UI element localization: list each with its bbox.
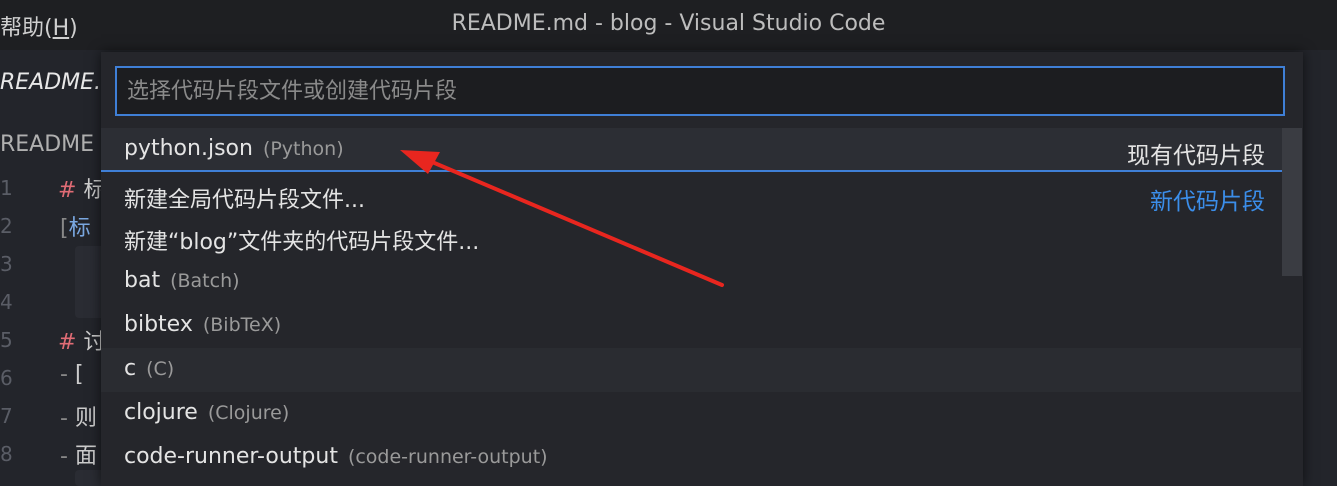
list-marker: - xyxy=(60,362,68,387)
line-number: 4 xyxy=(0,290,13,314)
code-text: 面 xyxy=(74,444,97,469)
window-title: README.md - blog - Visual Studio Code xyxy=(451,11,886,36)
line-number: 8 xyxy=(0,442,13,466)
quick-pick-item-bibtex[interactable]: bibtex (BibTeX) xyxy=(101,304,1301,348)
quick-pick-scrollbar[interactable] xyxy=(1282,128,1302,276)
list-marker: - xyxy=(60,406,68,431)
item-label: clojure xyxy=(124,400,198,425)
item-label-wrap: bibtex (BibTeX) xyxy=(124,312,281,337)
item-label: python.json xyxy=(124,136,253,161)
code-line-1: # 标 xyxy=(58,172,105,204)
line-number: 7 xyxy=(0,404,13,428)
item-label: 新建全局代码片段文件... xyxy=(124,188,365,213)
quick-pick-item-c[interactable]: c (C) xyxy=(101,348,1301,392)
item-description: (BibTeX) xyxy=(202,314,282,336)
title-bar: 帮助(H) README.md - blog - Visual Studio C… xyxy=(0,0,1337,50)
heading-marker: # xyxy=(58,178,77,203)
quick-pick-item-clojure[interactable]: clojure (Clojure) xyxy=(101,392,1301,436)
quick-pick-item-code-runner-output[interactable]: code-runner-output (code-runner-output) xyxy=(101,436,1301,480)
line-number: 1 xyxy=(0,176,13,200)
quick-pick-item-bat[interactable]: bat (Batch) xyxy=(101,260,1301,304)
item-description: (Clojure) xyxy=(207,402,290,424)
code-line-2: [标 xyxy=(60,210,91,242)
breadcrumb[interactable]: README xyxy=(0,132,94,157)
code-line-5: # 讨 xyxy=(58,324,105,356)
line-number: 3 xyxy=(0,252,13,276)
bracket: [ xyxy=(60,216,69,241)
item-label: bat xyxy=(124,268,161,293)
code-text: 标 xyxy=(68,216,91,241)
item-label-wrap: clojure (Clojure) xyxy=(124,400,289,425)
code-text: [ xyxy=(74,362,84,387)
item-label: code-runner-output xyxy=(124,444,338,469)
item-description: (code-runner-output) xyxy=(347,446,548,468)
line-number: 6 xyxy=(0,366,13,390)
item-label-wrap: bat (Batch) xyxy=(124,268,240,293)
item-label: bibtex xyxy=(124,312,193,337)
line-number: 5 xyxy=(0,328,13,352)
line-number: 2 xyxy=(0,214,13,238)
item-label: 新建“blog”文件夹的代码片段文件... xyxy=(124,230,480,255)
snippet-quick-pick: python.json (Python) 现有代码片段 新建全局代码片段文件...… xyxy=(101,52,1303,486)
code-text: 则 xyxy=(74,406,97,431)
quick-pick-item-new-global[interactable]: 新建全局代码片段文件... 新代码片段 xyxy=(101,174,1301,218)
item-description: (C) xyxy=(146,358,175,380)
item-description: (Python) xyxy=(262,138,344,160)
heading-marker: # xyxy=(58,330,77,355)
code-line-6: - [ xyxy=(60,362,84,387)
list-marker: - xyxy=(60,444,68,469)
quick-pick-input-box[interactable] xyxy=(115,66,1285,116)
quick-pick-item-python-json[interactable]: python.json (Python) 现有代码片段 xyxy=(101,128,1301,172)
quick-pick-input[interactable] xyxy=(117,68,1283,114)
group-label-new: 新代码片段 xyxy=(1150,189,1265,215)
item-label-wrap: python.json (Python) xyxy=(124,136,344,161)
code-line-7: - 则 xyxy=(60,400,97,432)
item-label-wrap: c (C) xyxy=(124,356,174,381)
group-label-existing: 现有代码片段 xyxy=(1127,143,1265,169)
item-description: (Batch) xyxy=(170,270,240,292)
code-line-8: - 面 xyxy=(60,438,97,470)
item-label-wrap: code-runner-output (code-runner-output) xyxy=(124,444,548,469)
quick-pick-item-new-folder[interactable]: 新建“blog”文件夹的代码片段文件... xyxy=(101,216,1301,260)
item-label: c xyxy=(124,356,137,381)
